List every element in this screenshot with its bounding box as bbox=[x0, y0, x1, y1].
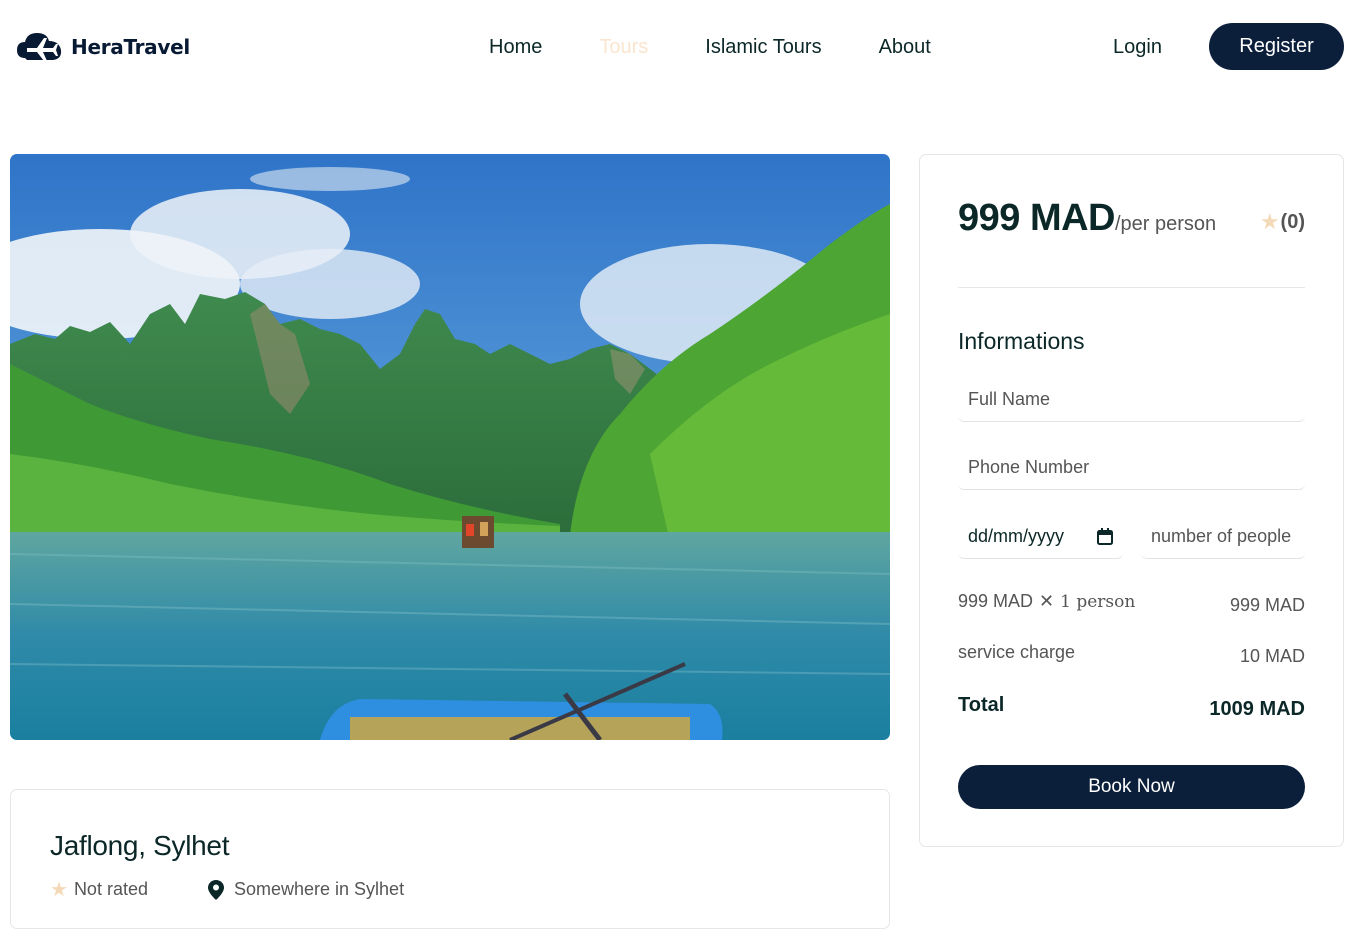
logo-airplane-cloud-icon bbox=[17, 33, 62, 61]
star-icon: ★ bbox=[50, 879, 68, 901]
register-button[interactable]: Register bbox=[1209, 23, 1344, 70]
per-person-label: /per person bbox=[1115, 213, 1217, 235]
booking-card: 999 MAD /per person ★ (0) Informations F… bbox=[919, 154, 1344, 847]
main-nav: Home Tours Islamic Tours About bbox=[489, 33, 988, 61]
tour-title: Jaflong, Sylhet bbox=[50, 830, 230, 861]
date-placeholder: dd/mm/yyyy bbox=[968, 526, 1065, 546]
site-header: HeraTravel Home Tours Islamic Tours Abou… bbox=[0, 0, 1362, 92]
calendar-icon[interactable] bbox=[1097, 528, 1113, 545]
total-label: Total bbox=[958, 694, 1005, 716]
service-value: 10 MAD bbox=[1239, 646, 1305, 666]
rating-count: (0) bbox=[1280, 210, 1305, 233]
line-price: 999 MAD bbox=[958, 591, 1034, 611]
price: 999 MAD /per person bbox=[958, 197, 1216, 240]
nav-islamic-tours[interactable]: Islamic Tours bbox=[705, 33, 821, 61]
tour-meta: ★ Not rated Somewhere in Sylhet bbox=[50, 877, 404, 902]
full-name-input[interactable]: Full Name bbox=[958, 378, 1305, 422]
total-value: 1009 MAD bbox=[1209, 698, 1305, 720]
location-text: Somewhere in Sylhet bbox=[233, 879, 405, 899]
service-charge-row: service charge 10 MAD bbox=[958, 642, 1305, 666]
divider bbox=[958, 287, 1305, 288]
number-of-people-input[interactable]: number of people bbox=[1141, 515, 1305, 559]
nav-home[interactable]: Home bbox=[489, 33, 542, 61]
total-row: Total 1009 MAD bbox=[958, 694, 1305, 720]
logo-text: HeraTravel bbox=[71, 35, 190, 59]
star-icon: ★ bbox=[1259, 209, 1280, 234]
informations-heading: Informations bbox=[958, 328, 1085, 354]
close-x-icon: ✕ bbox=[1039, 591, 1055, 611]
tour-image bbox=[10, 154, 890, 740]
date-input[interactable]: dd/mm/yyyy bbox=[958, 515, 1123, 559]
price-value: 999 MAD bbox=[958, 197, 1116, 239]
nav-tours[interactable]: Tours bbox=[599, 33, 648, 61]
booking-rating: ★ (0) bbox=[1260, 209, 1305, 235]
line-person: 1 person bbox=[1060, 592, 1136, 612]
rating-text: Not rated bbox=[73, 879, 148, 899]
service-label: service charge bbox=[958, 642, 1076, 662]
login-button[interactable]: Login bbox=[1113, 33, 1162, 61]
map-pin-icon bbox=[207, 879, 224, 900]
logo[interactable]: HeraTravel bbox=[15, 28, 190, 66]
nav-about[interactable]: About bbox=[879, 33, 931, 61]
line-total: 999 MAD bbox=[1229, 595, 1305, 615]
book-now-button[interactable]: Book Now bbox=[958, 765, 1305, 809]
price-line-item: 999 MAD ✕ 1 person 999 MAD bbox=[958, 591, 1305, 615]
location: Somewhere in Sylhet bbox=[207, 879, 405, 900]
tour-info-card: Jaflong, Sylhet ★ Not rated Somewhere in… bbox=[10, 789, 890, 929]
phone-number-input[interactable]: Phone Number bbox=[958, 446, 1305, 490]
